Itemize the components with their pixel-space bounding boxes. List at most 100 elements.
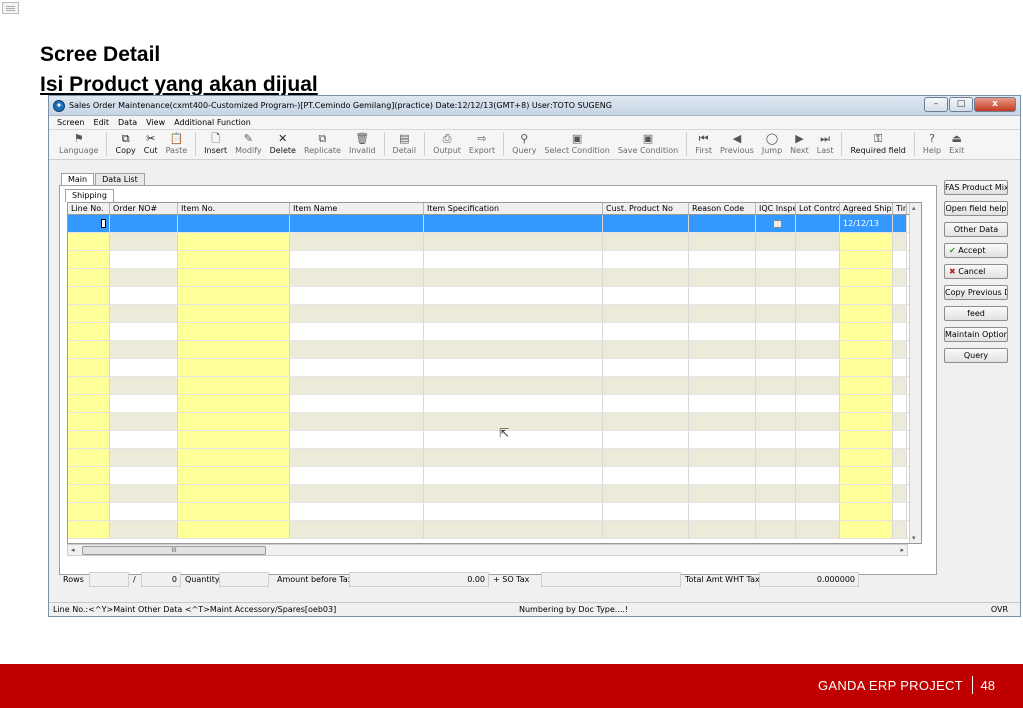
table-cell[interactable] [756,251,796,268]
menu-data[interactable]: Data [118,118,137,127]
table-cell[interactable] [603,269,689,286]
table-cell[interactable] [796,521,840,538]
table-cell[interactable] [689,503,756,520]
table-cell[interactable] [893,305,907,322]
table-cell[interactable] [290,359,424,376]
table-cell[interactable] [68,521,110,538]
scroll-thumb[interactable]: III [82,546,266,555]
copy-previous-button[interactable]: Copy Previous D [944,285,1008,300]
table-cell[interactable] [290,413,424,430]
table-cell[interactable] [178,377,290,394]
table-cell[interactable] [796,269,840,286]
toolbar-previous-button[interactable]: ◀ Previous [720,132,754,155]
table-cell[interactable] [68,215,110,232]
table-cell[interactable] [424,359,603,376]
table-cell[interactable] [110,251,178,268]
accept-button[interactable]: ✔ Accept [944,243,1008,258]
table-cell[interactable] [424,449,603,466]
table-cell[interactable] [689,269,756,286]
cancel-button[interactable]: ✖ Cancel [944,264,1008,279]
table-cell[interactable] [756,287,796,304]
table-cell[interactable] [68,305,110,322]
table-cell[interactable] [603,485,689,502]
open-field-help-button[interactable]: Open field help [944,201,1008,216]
toolbar-save-condition-button[interactable]: ▣ Save Condition [618,132,678,155]
table-cell[interactable] [290,233,424,250]
table-cell[interactable] [68,341,110,358]
table-cell[interactable] [424,431,603,448]
table-cell[interactable] [893,341,907,358]
table-row[interactable] [68,503,921,521]
table-cell[interactable] [796,359,840,376]
table-cell[interactable] [689,251,756,268]
table-cell[interactable] [603,341,689,358]
table-cell[interactable] [893,467,907,484]
table-cell[interactable] [68,233,110,250]
table-row[interactable] [68,413,921,431]
table-cell[interactable] [178,305,290,322]
table-cell[interactable] [796,413,840,430]
table-cell[interactable] [424,413,603,430]
other-data-button[interactable]: Other Data [944,222,1008,237]
toolbar-cut-button[interactable]: ✂ Cut [144,132,158,155]
table-row[interactable] [68,305,921,323]
toolbar-next-button[interactable]: ▶ Next [790,132,809,155]
toolbar-modify-button[interactable]: ✎ Modify [235,132,262,155]
table-cell[interactable] [840,251,893,268]
table-cell[interactable] [110,377,178,394]
menu-additional-function[interactable]: Additional Function [174,118,251,127]
toolbar-help-button[interactable]: ? Help [923,132,941,155]
table-cell[interactable] [178,503,290,520]
table-cell[interactable] [840,449,893,466]
toolbar-exit-button[interactable]: ⏏ Exit [949,132,964,155]
table-cell[interactable] [178,431,290,448]
column-header-agreed-shippi[interactable]: Agreed Shippi [840,203,893,214]
table-cell[interactable] [68,287,110,304]
column-header-item-specification[interactable]: Item Specification [424,203,603,214]
close-button[interactable]: x [974,97,1016,112]
column-header-iqc-inspe[interactable]: IQC Inspe [756,203,796,214]
table-cell[interactable] [290,269,424,286]
scroll-down-icon[interactable]: ▾ [912,534,916,542]
table-cell[interactable] [68,251,110,268]
table-cell[interactable] [756,233,796,250]
menu-edit[interactable]: Edit [94,118,110,127]
table-cell[interactable] [290,485,424,502]
table-cell[interactable] [796,233,840,250]
table-cell[interactable] [893,485,907,502]
table-cell[interactable] [840,503,893,520]
table-cell[interactable] [840,413,893,430]
table-row[interactable] [68,395,921,413]
table-row[interactable] [68,359,921,377]
table-cell[interactable] [796,323,840,340]
table-cell[interactable] [603,377,689,394]
table-cell[interactable] [110,521,178,538]
table-cell[interactable] [689,377,756,394]
table-cell[interactable] [893,287,907,304]
table-cell[interactable] [290,503,424,520]
table-cell[interactable] [424,377,603,394]
table-cell[interactable] [424,395,603,412]
table-cell[interactable] [178,449,290,466]
table-cell[interactable] [603,413,689,430]
table-row[interactable] [68,377,921,395]
table-cell[interactable] [756,413,796,430]
table-cell[interactable] [110,323,178,340]
table-cell[interactable] [756,377,796,394]
table-cell[interactable] [603,359,689,376]
column-header-order-no[interactable]: Order NO# [110,203,178,214]
table-cell[interactable] [893,269,907,286]
table-cell[interactable] [603,449,689,466]
table-row[interactable] [68,287,921,305]
table-cell[interactable] [756,359,796,376]
toolbar-language-button[interactable]: ⚑ Language [59,132,98,155]
table-cell[interactable] [840,269,893,286]
table-cell[interactable] [689,485,756,502]
scroll-right-icon[interactable]: ▸ [900,546,904,554]
table-cell[interactable] [290,341,424,358]
toolbar-insert-button[interactable]: 🗋 Insert [204,132,227,155]
table-cell[interactable] [689,413,756,430]
table-cell[interactable] [603,251,689,268]
column-header-cust-product-no[interactable]: Cust. Product No [603,203,689,214]
table-row[interactable] [68,521,921,539]
